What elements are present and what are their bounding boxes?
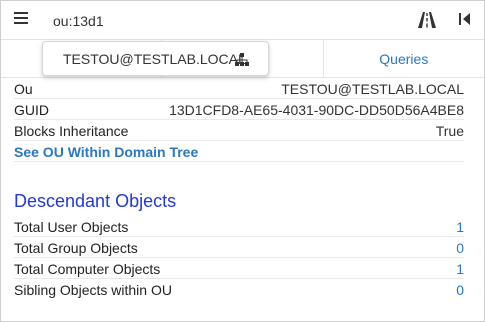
search-bar <box>1 1 484 39</box>
collapse-panel-icon[interactable] <box>458 12 472 26</box>
property-label: Ou <box>14 81 33 97</box>
property-row-ou: Ou TESTOU@TESTLAB.LOCAL <box>14 78 464 99</box>
see-tree-row: See OU Within Domain Tree <box>14 141 464 162</box>
org-unit-icon <box>235 53 249 66</box>
property-value: TESTOU@TESTLAB.LOCAL <box>281 81 464 97</box>
descendant-label: Total Group Objects <box>14 240 138 256</box>
descendant-row-users: Total User Objects 1 <box>14 216 464 237</box>
descendant-label: Total Computer Objects <box>14 261 161 277</box>
property-value: True <box>435 123 464 139</box>
node-properties: Ou TESTOU@TESTLAB.LOCAL GUID 13D1CFD8-AE… <box>1 78 484 322</box>
menu-icon[interactable] <box>14 12 28 26</box>
descendant-count-link[interactable]: 0 <box>456 240 464 256</box>
descendant-row-groups: Total Group Objects 0 <box>14 237 464 258</box>
descendant-label: Sibling Objects within OU <box>14 282 172 298</box>
descendant-row-siblings: Sibling Objects within OU 0 <box>14 279 464 300</box>
descendant-label: Total User Objects <box>14 219 129 235</box>
descendant-count-link[interactable]: 1 <box>456 261 464 277</box>
see-ou-within-domain-tree-link[interactable]: See OU Within Domain Tree <box>14 144 198 160</box>
property-row-blocks-inheritance: Blocks Inheritance True <box>14 120 464 141</box>
search-input[interactable] <box>53 10 393 32</box>
descendant-count-link[interactable]: 0 <box>456 282 464 298</box>
descendant-count-link[interactable]: 1 <box>456 219 464 235</box>
descendant-row-computers: Total Computer Objects 1 <box>14 258 464 279</box>
property-label: GUID <box>14 102 49 118</box>
property-label: Blocks Inheritance <box>14 123 129 139</box>
pathfinding-road-icon[interactable] <box>418 11 436 29</box>
property-row-guid: GUID 13D1CFD8-AE65-4031-90DC-DD50D56A4BE… <box>14 99 464 120</box>
search-suggestion-item[interactable]: TESTOU@TESTLAB.LOCAL <box>42 41 269 76</box>
node-info-panel: D o Queries TESTOU@TESTLAB.LOCAL Ou TEST… <box>0 0 485 322</box>
property-value: 13D1CFD8-AE65-4031-90DC-DD50D56A4BE8 <box>169 102 464 118</box>
tab-queries[interactable]: Queries <box>324 40 484 77</box>
section-title-descendant-objects: Descendant Objects <box>14 191 177 211</box>
suggestion-label: TESTOU@TESTLAB.LOCAL <box>63 51 246 67</box>
